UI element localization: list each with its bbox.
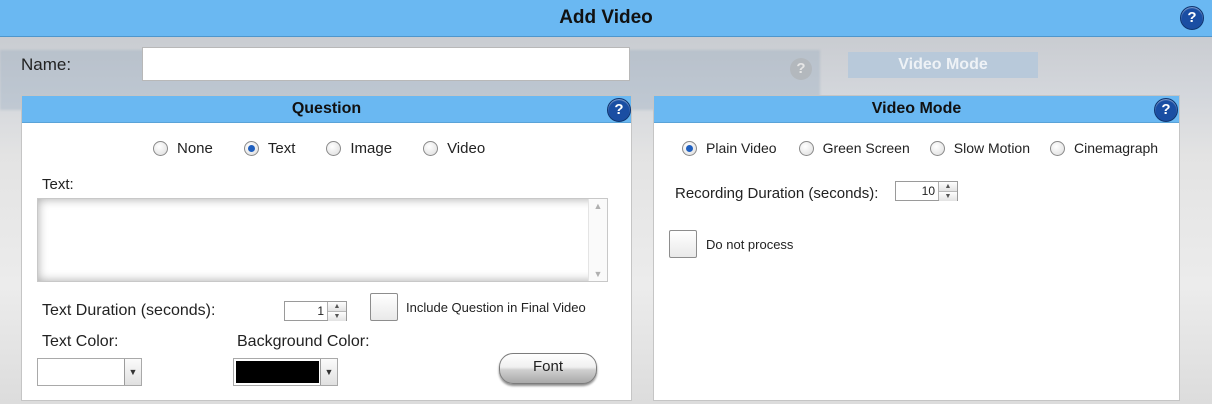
question-type-video[interactable]: Video xyxy=(423,140,485,157)
radio-image[interactable] xyxy=(326,141,342,156)
video-mode-slow-motion[interactable]: Slow Motion xyxy=(929,140,1031,156)
radio-none-label: None xyxy=(177,140,213,157)
radio-green-screen[interactable] xyxy=(798,140,814,156)
name-label: Name: xyxy=(21,55,72,74)
video-mode-green-screen[interactable]: Green Screen xyxy=(798,140,910,156)
question-panel-header: Question xyxy=(22,96,631,123)
include-question-checkbox[interactable] xyxy=(370,293,398,321)
recording-duration-value: 10 xyxy=(921,184,935,198)
text-duration-stepper[interactable]: 1 ▲ ▼ xyxy=(284,301,347,321)
scroll-down-icon[interactable]: ▼ xyxy=(589,269,607,279)
radio-video-label: Video xyxy=(447,140,486,157)
video-mode-plain[interactable]: Plain Video xyxy=(682,140,777,156)
text-duration-label: Text Duration (seconds): xyxy=(42,302,216,319)
radio-slow-motion[interactable] xyxy=(929,140,945,156)
radio-video[interactable] xyxy=(423,141,439,156)
recording-duration-stepper[interactable]: 10 ▲ ▼ xyxy=(895,181,958,201)
background-ghost-title: Video Mode xyxy=(848,52,1038,78)
scroll-up-icon[interactable]: ▲ xyxy=(589,201,607,211)
radio-plain-video[interactable] xyxy=(682,140,697,156)
question-help-icon[interactable]: ? xyxy=(607,98,631,122)
text-area-scrollbar[interactable]: ▲ ▼ xyxy=(588,199,607,281)
background-color-picker[interactable]: ▼ xyxy=(233,358,338,386)
radio-text[interactable] xyxy=(243,141,259,156)
background-color-swatch xyxy=(236,361,319,383)
radio-plain-video-label: Plain Video xyxy=(706,140,777,156)
video-mode-group: Plain Video Green Screen Slow Motion Cin… xyxy=(682,140,1158,156)
radio-slow-motion-label: Slow Motion xyxy=(953,140,1031,156)
question-type-image[interactable]: Image xyxy=(326,140,392,157)
radio-cinemagraph-label: Cinemagraph xyxy=(1074,140,1159,156)
chevron-down-icon[interactable]: ▼ xyxy=(320,359,337,385)
text-color-picker[interactable]: ▼ xyxy=(37,358,142,386)
name-input[interactable] xyxy=(142,47,630,81)
chevron-down-icon[interactable]: ▼ xyxy=(124,359,141,385)
text-duration-stepper-buttons[interactable]: ▲ ▼ xyxy=(327,302,346,321)
question-type-group: None Text Image Video xyxy=(153,140,485,157)
video-mode-help-icon[interactable]: ? xyxy=(1154,98,1178,122)
radio-image-label: Image xyxy=(350,140,393,157)
radio-none[interactable] xyxy=(153,141,168,156)
radio-cinemagraph[interactable] xyxy=(1050,140,1066,156)
video-mode-panel-title: Video Mode xyxy=(871,100,962,117)
question-type-none[interactable]: None xyxy=(153,140,213,157)
stepper-down-icon[interactable]: ▼ xyxy=(328,312,346,321)
video-mode-panel-header: Video Mode xyxy=(654,96,1179,123)
title-bar: Add Video ? xyxy=(0,0,1212,37)
text-color-swatch xyxy=(40,361,123,383)
stepper-up-icon[interactable]: ▲ xyxy=(328,302,346,312)
do-not-process-label: Do not process xyxy=(706,237,794,252)
text-duration-value: 1 xyxy=(317,304,324,318)
window-help-icon[interactable]: ? xyxy=(1180,6,1204,30)
include-question-label: Include Question in Final Video xyxy=(406,300,586,315)
stepper-up-icon[interactable]: ▲ xyxy=(939,182,957,192)
recording-duration-stepper-buttons[interactable]: ▲ ▼ xyxy=(938,182,957,201)
do-not-process-checkbox[interactable] xyxy=(669,230,697,258)
video-mode-panel: Video Mode ? Plain Video Green Screen Sl… xyxy=(653,95,1180,401)
text-label: Text: xyxy=(42,176,74,193)
text-color-label: Text Color: xyxy=(42,333,119,350)
background-help-icon: ? xyxy=(790,58,812,80)
font-button[interactable]: Font xyxy=(499,353,597,384)
stepper-down-icon[interactable]: ▼ xyxy=(939,192,957,201)
radio-green-screen-label: Green Screen xyxy=(822,140,910,156)
radio-text-label: Text xyxy=(267,140,296,157)
question-text-area[interactable]: ▲ ▼ xyxy=(37,198,608,282)
window-title: Add Video xyxy=(559,7,653,28)
recording-duration-label: Recording Duration (seconds): xyxy=(675,185,879,202)
video-mode-cinemagraph[interactable]: Cinemagraph xyxy=(1050,140,1158,156)
background-color-label: Background Color: xyxy=(237,333,370,350)
question-type-text[interactable]: Text xyxy=(243,140,296,157)
question-panel-title: Question xyxy=(291,100,362,117)
